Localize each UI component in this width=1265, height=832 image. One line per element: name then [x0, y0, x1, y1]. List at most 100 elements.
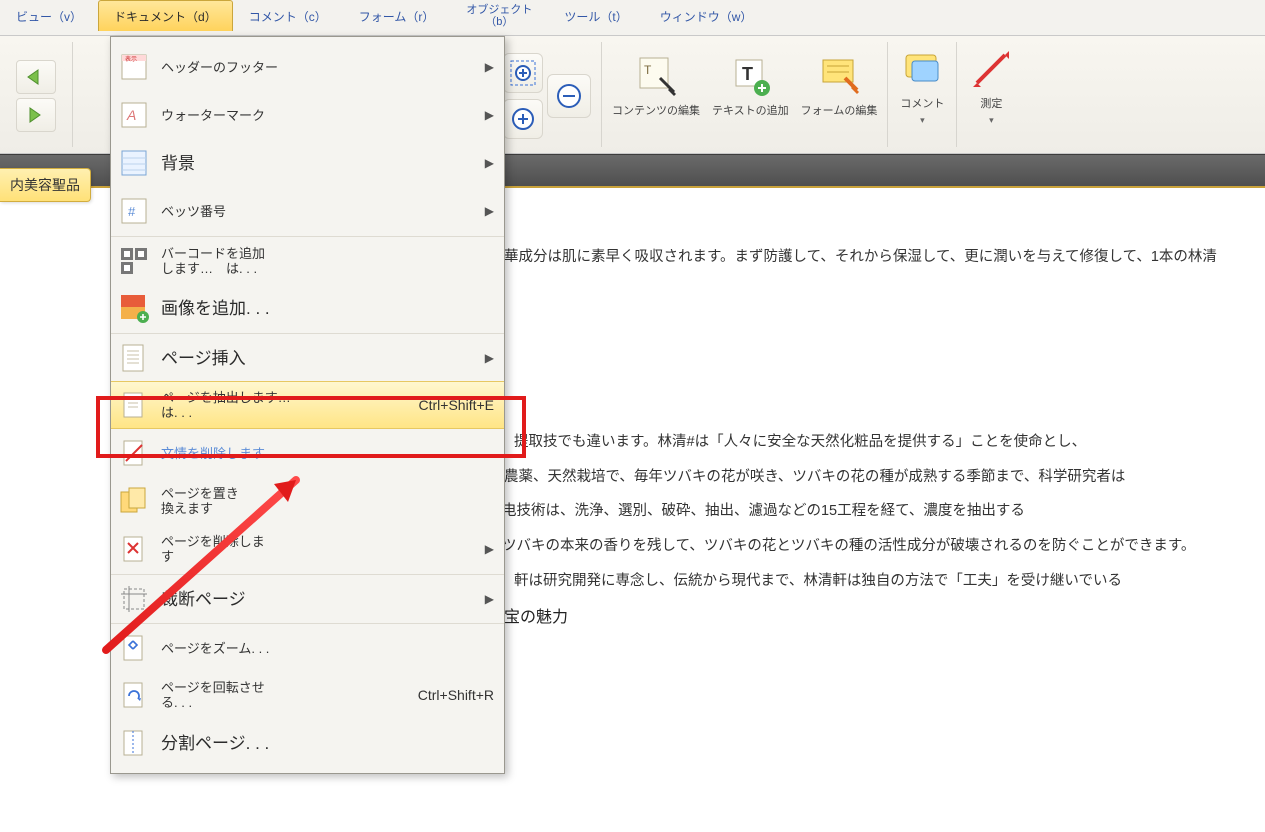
menu-item-add-image[interactable]: 画像を追加. . . [111, 284, 504, 332]
menu-view[interactable]: ビュー（v） [0, 0, 98, 31]
edit-form-icon [817, 54, 861, 98]
menu-item-zoom-page[interactable]: ページをズーム. . . [111, 623, 504, 671]
measure-label: 測定 [980, 97, 1002, 111]
doc-line-3: 農薬、天然栽培で、毎年ツバキの花が咲き、ツバキの花の種が成熟する季節まで、科学研… [504, 460, 1255, 495]
menu-form[interactable]: フォーム（r） [343, 0, 451, 31]
svg-text:#: # [128, 204, 136, 219]
menu-item-label: 背景 [161, 156, 479, 171]
split-page-icon [117, 726, 151, 760]
menu-object-l2: （b） [485, 16, 513, 28]
menu-item-label: バーコードを追加 します… は. . . [161, 246, 494, 276]
extract-pages-icon [117, 388, 151, 422]
insert-page-icon [117, 341, 151, 375]
add-text-button[interactable]: T テキストの追加 [706, 36, 795, 136]
menu-item-barcode[interactable]: バーコードを追加 します… は. . . [111, 236, 504, 284]
shortcut-label: Ctrl+Shift+E [419, 397, 494, 413]
edit-form-label: フォームの編集 [801, 104, 878, 118]
ribbon-group-nav [4, 36, 68, 153]
zoom-in-button[interactable] [503, 99, 543, 139]
menu-item-label: ページをズーム. . . [161, 641, 494, 656]
submenu-arrow-icon: ▶ [485, 60, 494, 74]
menu-item-label: ページを置き 換えます [161, 486, 494, 516]
menu-object-l1: オブジェクト [466, 4, 532, 16]
submenu-arrow-icon: ▶ [485, 108, 494, 122]
doc-line-4: 电技術は、洗浄、選別、破砕、抽出、濾過などの15工程を経て、濃度を抽出する [502, 494, 1255, 529]
comment-button[interactable]: コメント ▾ [892, 36, 952, 136]
menu-comment[interactable]: コメント（c） [233, 0, 343, 31]
menu-item-label: ヘッダーのフッター [161, 60, 479, 75]
menu-item-label: ウォーターマーク [161, 108, 479, 123]
menu-item-label: 画像を追加. . . [161, 301, 494, 316]
add-text-label: テキストの追加 [712, 104, 789, 118]
menu-window[interactable]: ウィンドウ（w） [644, 0, 769, 31]
menu-item-header-footer[interactable]: 表示 ヘッダーのフッター ▶ [111, 43, 504, 91]
nav-forward-button[interactable] [16, 98, 56, 132]
chevron-down-icon: ▾ [920, 115, 925, 126]
menu-item-replace-pages[interactable]: ページを置き 換えます [111, 477, 504, 525]
chevron-down-icon: ▾ [989, 115, 994, 126]
doc-line-6: 軒は研究開発に専念し、伝統から現代まで、林清軒は独自の方法で「工夫」を受け継いで… [514, 564, 1255, 599]
shortcut-label: Ctrl+Shift+R [418, 687, 494, 703]
edit-form-button[interactable]: フォームの編集 [795, 36, 884, 136]
bates-number-icon: # [117, 194, 151, 228]
menu-item-insert-page[interactable]: ページ挿入 ▶ [111, 333, 504, 381]
watermark-icon: A [117, 98, 151, 132]
menu-item-bates[interactable]: # ベッツ番号 ▶ [111, 187, 504, 235]
menu-item-crop-page[interactable]: 裁断ページ ▶ [111, 574, 504, 622]
add-text-icon: T [728, 54, 772, 98]
delete-pages-icon [117, 532, 151, 566]
doc-line-7: 宝の魅力 [504, 599, 1255, 637]
menu-item-label: ページを削除しま す [161, 534, 479, 564]
svg-text:表示: 表示 [125, 55, 137, 63]
menubar: ビュー（v） ドキュメント（d） コメント（c） フォーム（r） オブジェクト … [0, 0, 1265, 36]
svg-text:T: T [742, 64, 753, 84]
menu-item-label: ページ挿入 [161, 351, 479, 366]
zoom-out-button[interactable] [547, 74, 591, 118]
zoom-in-marquee-button[interactable] [503, 53, 543, 93]
menu-item-delete-text[interactable]: 文情を削除します. [111, 429, 504, 477]
header-footer-icon: 表示 [117, 50, 151, 84]
zoom-in-icon [510, 106, 536, 132]
ribbon-group-zoom [497, 36, 597, 153]
submenu-arrow-icon: ▶ [485, 204, 494, 218]
zoom-in-marquee-icon [510, 60, 536, 86]
submenu-arrow-icon: ▶ [485, 351, 494, 365]
menu-item-label: ページを回転させ る. . . [161, 680, 410, 710]
menu-document[interactable]: ドキュメント（d） [98, 0, 233, 31]
edit-content-label: コンテンツの編集 [612, 104, 700, 118]
menu-item-extract-pages[interactable]: ページを抽出します… は. . . Ctrl+Shift+E [111, 381, 504, 429]
menu-item-split-page[interactable]: 分割ページ. . . [111, 719, 504, 767]
menu-item-label: ページを抽出します… は. . . [161, 390, 411, 420]
arrow-left-icon [24, 68, 48, 86]
add-image-icon [117, 291, 151, 325]
barcode-icon [117, 244, 151, 278]
menu-item-label: 裁断ページ [161, 592, 479, 607]
background-icon [117, 146, 151, 180]
menu-item-watermark[interactable]: A ウォーターマーク ▶ [111, 91, 504, 139]
doc-line-5: ツバキの本来の香りを残して、ツバキの花とツバキの種の活性成分が破壊されるのを防ぐ… [502, 529, 1255, 564]
measure-icon [969, 47, 1013, 91]
edit-content-button[interactable]: T コンテンツの編集 [606, 36, 706, 136]
nav-back-button[interactable] [16, 60, 56, 94]
menu-object[interactable]: オブジェクト （b） [450, 0, 548, 34]
comment-label: コメント [900, 97, 944, 111]
svg-text:A: A [126, 107, 136, 123]
zoom-out-icon [555, 82, 583, 110]
document-tab[interactable]: 内美容聖品 [0, 168, 91, 202]
menu-item-delete-pages[interactable]: ページを削除しま す ▶ [111, 525, 504, 573]
menu-item-label: ベッツ番号 [161, 204, 479, 219]
svg-text:T: T [644, 63, 652, 77]
submenu-arrow-icon: ▶ [485, 156, 494, 170]
zoom-page-icon [117, 631, 151, 665]
doc-line-2: 提取技でも違います。林清#は「人々に安全な天然化粧品を提供する」ことを使命とし、 [514, 425, 1255, 460]
document-dropdown: 表示 ヘッダーのフッター ▶ A ウォーターマーク ▶ 背景 ▶ # ベッツ番号… [110, 36, 505, 774]
menu-item-background[interactable]: 背景 ▶ [111, 139, 504, 187]
menu-tool[interactable]: ツール（t） [548, 0, 643, 31]
measure-button[interactable]: 測定 ▾ [961, 36, 1021, 136]
menu-item-label: 分割ページ. . . [161, 736, 494, 751]
submenu-arrow-icon: ▶ [485, 542, 494, 556]
delete-text-icon [117, 436, 151, 470]
menu-item-rotate-page[interactable]: ページを回転させ る. . . Ctrl+Shift+R [111, 671, 504, 719]
replace-pages-icon [117, 484, 151, 518]
doc-line-1: 華成分は肌に素早く吸収されます。まず防護して、それから保湿して、更に潤いを与えて… [504, 240, 1255, 275]
